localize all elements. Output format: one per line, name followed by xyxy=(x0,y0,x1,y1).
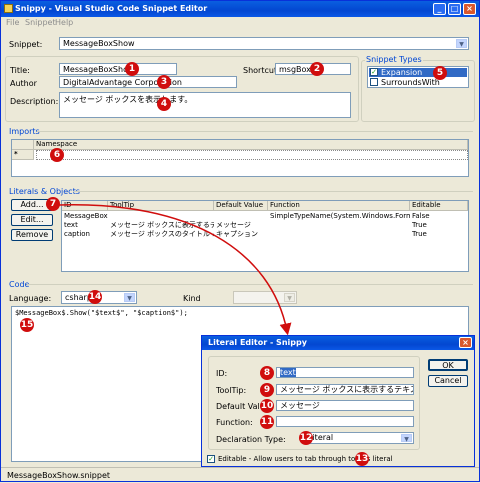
dialog-decl-select[interactable]: Literal ▼ xyxy=(304,432,414,444)
callout-badge-10: 10 xyxy=(260,399,274,413)
dialog-tooltip-value: メッセージ ボックスに表示するテキスト。 xyxy=(280,385,413,394)
dialog-tooltip-label: ToolTip: xyxy=(216,386,247,395)
dialog-tooltip-input[interactable]: メッセージ ボックスに表示するテキスト。 xyxy=(276,384,414,395)
dialog-function-input[interactable] xyxy=(276,416,414,427)
callout-badge-8: 8 xyxy=(260,366,274,380)
callout-badge-9: 9 xyxy=(260,383,274,397)
dialog-id-value: text xyxy=(280,368,296,377)
editable-checkbox[interactable]: ✓ xyxy=(207,455,215,463)
dialog-cancel-button[interactable]: Cancel xyxy=(428,375,468,387)
dialog-decl-label: Declaration Type: xyxy=(216,435,286,444)
dialog-default-value: メッセージ xyxy=(280,401,320,410)
main-window: Snippy - Visual Studio Code Snippet Edit… xyxy=(0,0,480,482)
literal-editor-dialog: Literal Editor - Snippy × ID: text 8 Too… xyxy=(201,335,475,467)
callout-badge-11: 11 xyxy=(260,415,274,429)
chevron-down-icon: ▼ xyxy=(401,434,412,443)
callout-badge-13: 13 xyxy=(355,452,369,466)
dialog-close-button[interactable]: × xyxy=(459,337,472,348)
dialog-default-input[interactable]: メッセージ xyxy=(276,400,414,411)
callout-badge-12: 12 xyxy=(299,431,313,445)
dialog-id-label: ID: xyxy=(216,369,228,378)
dialog-title-bar: Literal Editor - Snippy × xyxy=(202,336,474,350)
dialog-title: Literal Editor - Snippy xyxy=(208,338,307,347)
dialog-function-label: Function: xyxy=(216,418,253,427)
dialog-id-input[interactable]: text xyxy=(276,367,414,378)
dialog-ok-button[interactable]: OK xyxy=(428,359,468,371)
